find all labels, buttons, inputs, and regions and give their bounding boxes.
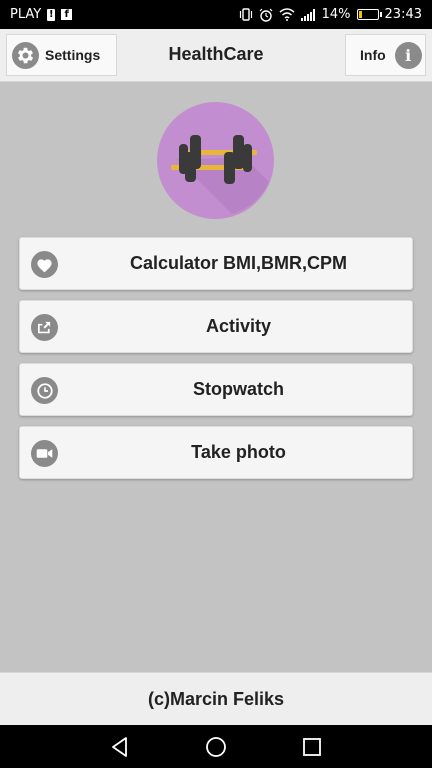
carrier-label: PLAY [10,7,42,22]
wifi-icon [279,8,295,21]
clock-icon [31,377,58,404]
recents-icon[interactable] [301,736,323,758]
info-icon: i [394,41,422,69]
alarm-icon [259,8,273,22]
share-icon [31,314,58,341]
copyright-text: (c)Marcin Feliks [147,689,285,709]
info-button[interactable]: Info i [345,34,426,76]
battery-icon [356,9,382,20]
battery-level [358,11,362,18]
take-photo-label: Take photo [191,442,286,462]
calculator-button[interactable]: Calculator BMI,BMR,CPM [19,237,413,290]
alert-icon: ! [47,8,56,21]
vibrate-icon [239,8,252,21]
activity-button[interactable]: Activity [19,300,413,353]
battery-percent: 14% [321,7,351,22]
home-icon[interactable] [205,736,227,758]
navigation-bar [0,725,432,768]
heart-icon [31,251,58,278]
app-logo [157,102,274,219]
stopwatch-label: Stopwatch [192,379,284,399]
back-icon[interactable] [109,736,131,758]
signal-icon [300,8,315,21]
video-camera-icon [31,440,58,467]
footer: (c)Marcin Feliks [0,672,432,725]
dumbbell-icon [157,102,274,219]
status-bar: PLAY ! f 14% 23:43 [0,0,432,29]
stopwatch-button[interactable]: Stopwatch [19,363,413,416]
action-bar: Settings HealthCare Info i [0,29,432,82]
activity-label: Activity [205,316,272,336]
calculator-label: Calculator BMI,BMR,CPM [129,253,347,273]
info-label: Info [360,47,386,63]
facebook-icon: f [61,9,73,20]
clock-time: 23:43 [384,7,422,22]
take-photo-button[interactable]: Take photo [19,426,413,479]
